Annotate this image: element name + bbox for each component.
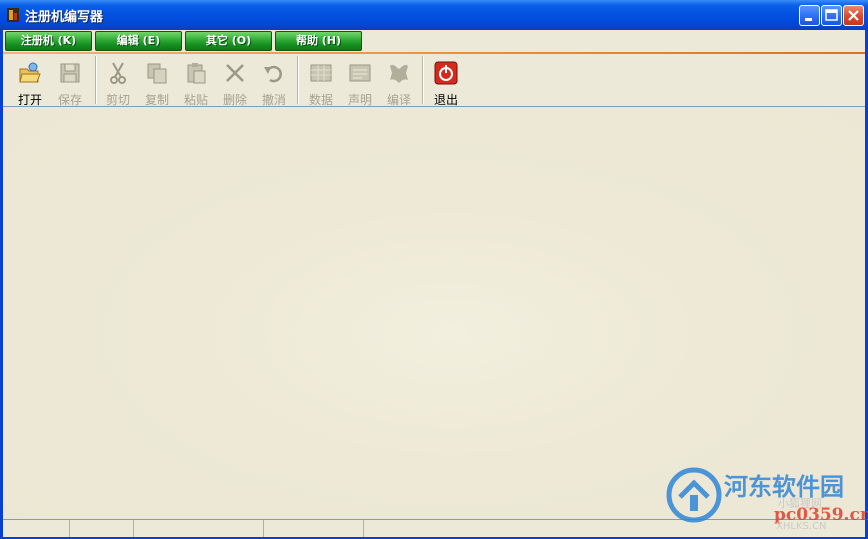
status-cell	[3, 520, 70, 537]
menu-other[interactable]: 其它 (O)	[185, 31, 272, 51]
save-button[interactable]: 保存	[51, 58, 89, 107]
copy-button[interactable]: 复制	[138, 58, 176, 107]
toolbar-separator	[95, 56, 97, 104]
app-icon	[7, 8, 19, 22]
window-title: 注册机编写器	[25, 10, 104, 25]
data-button[interactable]: 数据	[302, 58, 340, 107]
menu-edit[interactable]: 编辑 (E)	[95, 31, 182, 51]
save-icon	[60, 63, 80, 83]
data-grid-icon	[310, 64, 332, 82]
minimize-button[interactable]	[799, 5, 820, 26]
status-cell	[134, 520, 264, 537]
compile-button[interactable]: 编译	[380, 58, 418, 107]
minimize-icon	[805, 18, 812, 21]
cut-button[interactable]: 剪切	[99, 58, 137, 107]
toolbar-separator	[297, 56, 299, 104]
paste-button[interactable]: 粘贴	[177, 58, 215, 107]
close-icon	[848, 10, 859, 21]
title-bar[interactable]: 注册机编写器	[0, 0, 868, 30]
delete-button[interactable]: 删除	[216, 58, 254, 107]
toolbar: 打开 保存 剪切 复制 粘贴 删除 撤消 数据 声明 编译 退出	[3, 54, 865, 107]
status-cell	[70, 520, 134, 537]
main-content-area	[3, 107, 865, 519]
watermark: 河东软件园 小狐狸网 pc0359.cn XHLKS.CN	[666, 465, 868, 535]
watermark-logo-icon	[666, 467, 722, 523]
maximize-icon	[825, 9, 838, 21]
scissors-icon	[110, 62, 126, 84]
compile-icon	[390, 64, 408, 83]
watermark-sub2: XHLKS.CN	[776, 521, 827, 532]
close-button[interactable]	[843, 5, 864, 26]
undo-icon	[264, 65, 282, 83]
status-cell	[264, 520, 364, 537]
toolbar-separator	[422, 56, 424, 104]
statement-icon	[349, 64, 371, 82]
app-window: 注册机编写器 注册机 (K) 编辑 (E) 其它 (O) 帮助 (H) 打开 保…	[0, 0, 868, 539]
copy-icon	[147, 63, 167, 84]
menu-help[interactable]: 帮助 (H)	[275, 31, 362, 51]
menu-bar: 注册机 (K) 编辑 (E) 其它 (O) 帮助 (H)	[3, 30, 865, 52]
maximize-button[interactable]	[821, 5, 842, 26]
menu-register[interactable]: 注册机 (K)	[5, 31, 92, 51]
open-button[interactable]: 打开	[11, 58, 49, 107]
exit-button[interactable]: 退出	[427, 58, 465, 107]
open-folder-icon	[19, 62, 41, 83]
power-icon	[434, 61, 458, 85]
delete-x-icon	[226, 64, 244, 82]
statement-button[interactable]: 声明	[341, 58, 379, 107]
undo-button[interactable]: 撤消	[255, 58, 293, 107]
paste-icon	[187, 63, 206, 84]
